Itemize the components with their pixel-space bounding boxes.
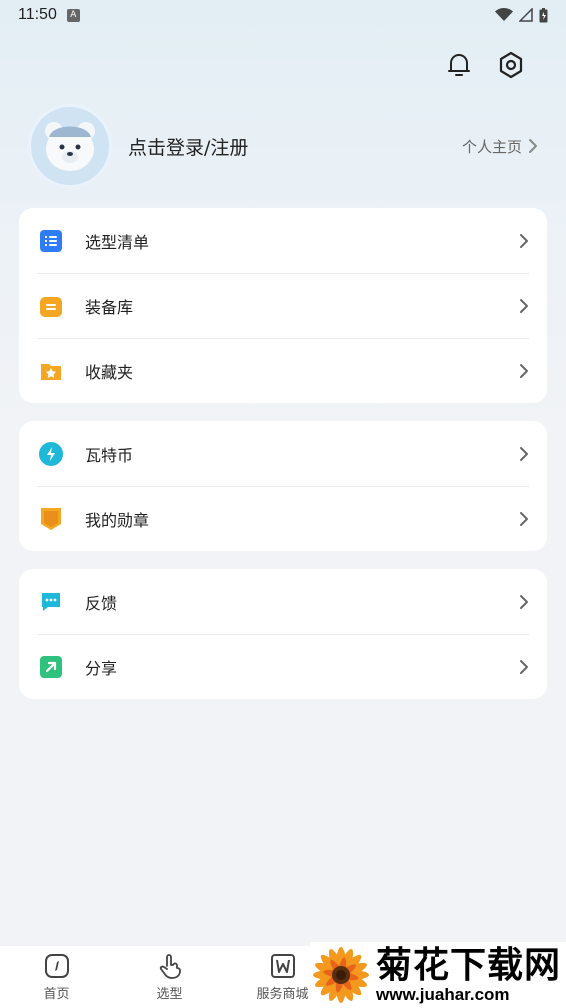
coin-icon: [39, 441, 63, 466]
homepage-label: 个人主页: [461, 137, 522, 156]
share-icon: [39, 655, 63, 679]
menu-card-support: 反馈 分享: [19, 569, 547, 699]
watermark-url: www.juahar.com: [376, 985, 510, 1004]
menu-item-equipment-library[interactable]: 装备库: [19, 273, 547, 338]
top-actions: [444, 50, 526, 80]
menu-item-label: 瓦特币: [85, 445, 134, 465]
chevron-right-icon: [519, 298, 529, 314]
chevron-right-icon: [519, 511, 529, 527]
profile-header: 点击登录/注册 个人主页: [28, 104, 538, 188]
menu-item-watt-coin[interactable]: 瓦特币: [19, 421, 547, 486]
chevron-right-icon: [519, 594, 529, 610]
menu-item-label: 反馈: [85, 593, 118, 613]
menu-item-favorites[interactable]: 收藏夹: [19, 338, 547, 403]
login-register-link[interactable]: 点击登录/注册: [128, 133, 248, 160]
menu-item-label: 分享: [85, 658, 118, 678]
menu-item-label: 我的勋章: [85, 510, 150, 530]
shop-icon: [270, 953, 295, 978]
compass-icon: [44, 953, 69, 978]
folder-star-icon: [39, 359, 63, 383]
menu-card-rewards: 瓦特币 我的勋章: [19, 421, 547, 551]
watermark-title: 菊花下载网: [376, 945, 562, 986]
bear-avatar-icon: [45, 122, 95, 171]
status-time: 11:50: [18, 6, 57, 23]
chat-icon: [39, 590, 63, 614]
chevron-right-icon: [529, 139, 537, 153]
settings-icon[interactable]: [496, 50, 526, 80]
menu-card-assets: 选型清单 装备库 收藏夹: [19, 208, 547, 403]
chevron-right-icon: [519, 659, 529, 675]
menu-item-feedback[interactable]: 反馈: [19, 569, 547, 634]
tab-label: 首页: [43, 986, 70, 1002]
personal-homepage-link[interactable]: 个人主页: [462, 136, 538, 157]
chevron-right-icon: [519, 363, 529, 379]
wifi-icon: [495, 8, 513, 21]
avatar[interactable]: [28, 104, 112, 188]
chevron-right-icon: [519, 233, 529, 249]
status-icons: [495, 7, 548, 23]
signal-icon: [519, 8, 533, 22]
box-icon: [39, 294, 63, 318]
menu-item-share[interactable]: 分享: [19, 634, 547, 699]
tab-label: 服务商城: [256, 986, 309, 1002]
notification-a-icon: A: [66, 8, 80, 22]
menu-item-my-medals[interactable]: 我的勋章: [19, 486, 547, 551]
status-bar: 11:50 A: [0, 0, 566, 30]
chevron-right-icon: [519, 446, 529, 462]
tab-selection[interactable]: 选型: [113, 946, 226, 1008]
watermark: 菊花下载网 www.juahar.com: [310, 942, 566, 1008]
medal-icon: [39, 507, 63, 531]
list-icon: [39, 229, 63, 253]
tab-label: 选型: [156, 986, 183, 1002]
hand-icon: [159, 953, 181, 979]
bell-icon[interactable]: [444, 50, 474, 80]
menu-item-selection-list[interactable]: 选型清单: [19, 208, 547, 273]
flower-logo-icon: [313, 947, 369, 1003]
menu-item-label: 装备库: [85, 297, 134, 317]
tab-home[interactable]: 首页: [0, 946, 113, 1008]
battery-icon: [539, 7, 548, 22]
watermark-text: 菊花下载网 www.juahar.com: [376, 946, 561, 1004]
menu-item-label: 选型清单: [85, 232, 150, 252]
menu-item-label: 收藏夹: [85, 362, 134, 382]
